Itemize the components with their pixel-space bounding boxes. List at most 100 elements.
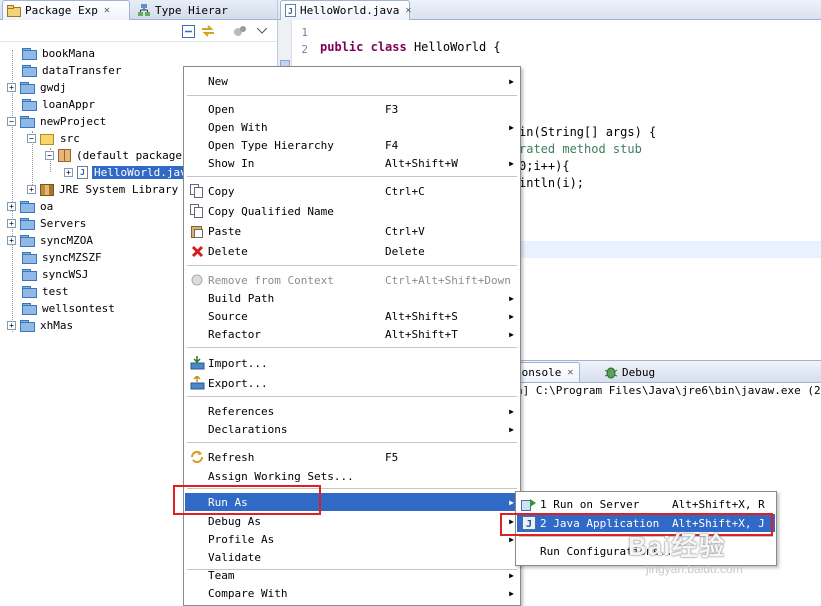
tree-item[interactable]: − newProject xyxy=(7,113,106,130)
expand-icon[interactable]: + xyxy=(7,202,16,211)
menu-label: Open Type Hierarchy xyxy=(208,138,334,152)
submenu-arrow-icon: ▶ xyxy=(509,570,514,580)
tree-item[interactable]: test xyxy=(22,283,69,300)
tree-item-label: bookMana xyxy=(42,47,95,60)
menu-item-refresh[interactable]: Refresh F5 xyxy=(185,448,519,466)
menu-item-refactor[interactable]: Refactor Alt+Shift+T ▶ xyxy=(185,325,519,343)
tree-item[interactable]: + oa xyxy=(7,198,53,215)
menu-item-show-in[interactable]: Show In Alt+Shift+W ▶ xyxy=(185,154,519,172)
close-icon[interactable]: ✕ xyxy=(104,5,110,16)
menu-label: Paste xyxy=(208,224,242,238)
menu-separator xyxy=(187,442,517,443)
menu-label: 1 Run on Server xyxy=(540,497,640,511)
code-keyword: public xyxy=(320,40,364,54)
expand-icon[interactable]: + xyxy=(7,236,16,245)
tab-label: HelloWorld.java xyxy=(300,4,400,17)
tree-item[interactable]: + xhMas xyxy=(7,317,73,334)
project-folder-icon xyxy=(22,47,37,60)
menu-item-export[interactable]: Export... xyxy=(185,374,519,392)
menu-item-declarations[interactable]: Declarations ▶ xyxy=(185,420,519,438)
explorer-tab-bar: Package Exp ✕ Type Hierar xyxy=(0,0,277,20)
menu-item-new[interactable]: New ▶ xyxy=(185,72,519,90)
menu-item-team[interactable]: Team ▶ xyxy=(185,566,519,584)
tree-item[interactable]: + syncMZOA xyxy=(7,232,93,249)
tree-item[interactable]: + Servers xyxy=(7,215,86,232)
library-icon xyxy=(40,183,54,196)
expand-icon[interactable]: + xyxy=(7,219,16,228)
tree-item[interactable]: wellsontest xyxy=(22,300,115,317)
tab-type-hierarchy[interactable]: Type Hierar xyxy=(133,0,228,20)
expand-icon[interactable]: + xyxy=(64,168,73,177)
menu-item-open[interactable]: Open F3 xyxy=(185,100,519,118)
menu-item-build-path[interactable]: Build Path ▶ xyxy=(185,289,519,307)
menu-label: Source xyxy=(208,309,248,323)
tab-package-explorer[interactable]: Package Exp ✕ xyxy=(2,0,130,20)
menu-item-open-type-hierarchy[interactable]: Open Type Hierarchy F4 xyxy=(185,136,519,154)
project-folder-icon xyxy=(22,268,37,281)
menu-item-references[interactable]: References ▶ xyxy=(185,402,519,420)
explorer-toolbar xyxy=(0,20,277,42)
tree-item[interactable]: bookMana xyxy=(22,45,95,62)
tree-item[interactable]: syncMZSZF xyxy=(22,249,102,266)
menu-item-open-with[interactable]: Open With ▶ xyxy=(185,118,519,136)
tree-item[interactable]: − src xyxy=(27,130,80,147)
menu-shortcut: Alt+Shift+T xyxy=(385,327,458,341)
close-icon[interactable]: ✕ xyxy=(405,5,411,16)
tree-item[interactable]: − (default package) xyxy=(45,147,189,164)
tree-item-selected[interactable]: + J HelloWorld.java xyxy=(64,164,196,181)
collapse-all-icon[interactable] xyxy=(180,23,196,39)
submenu-arrow-icon: ▶ xyxy=(509,329,514,339)
menu-item-source[interactable]: Source Alt+Shift+S ▶ xyxy=(185,307,519,325)
collapse-icon[interactable]: − xyxy=(27,134,36,143)
submenu-arrow-icon: ▶ xyxy=(509,588,514,598)
source-folder-icon xyxy=(40,132,55,145)
copy-qualified-icon xyxy=(189,203,205,219)
expand-icon[interactable]: + xyxy=(7,83,16,92)
collapse-icon[interactable]: − xyxy=(45,151,54,160)
tree-item-label: syncWSJ xyxy=(42,268,89,281)
submenu-arrow-icon: ▶ xyxy=(509,76,514,86)
menu-item-run-on-server[interactable]: 1 Run on Server Alt+Shift+X, R xyxy=(517,495,775,513)
import-icon xyxy=(189,355,205,371)
tree-item-label: dataTransfer xyxy=(42,64,122,77)
menu-label: Open xyxy=(208,102,235,116)
menu-item-assign-working-sets[interactable]: Assign Working Sets... xyxy=(185,467,519,485)
menu-shortcut: Ctrl+V xyxy=(385,224,425,238)
tree-item-label: Servers xyxy=(40,217,87,230)
focus-icon[interactable] xyxy=(232,23,248,39)
link-with-editor-icon[interactable] xyxy=(200,23,216,39)
project-folder-icon xyxy=(20,81,35,94)
tab-debug[interactable]: Debug xyxy=(600,362,664,382)
delete-icon xyxy=(189,243,205,259)
tab-helloworld-java[interactable]: J HelloWorld.java ✕ xyxy=(280,0,411,20)
submenu-arrow-icon: ▶ xyxy=(509,158,514,168)
tree-item-label: src xyxy=(60,132,80,145)
code-comment: rated method stub xyxy=(519,142,642,156)
submenu-arrow-icon: ▶ xyxy=(509,406,514,416)
run-on-server-icon xyxy=(521,496,537,512)
code-line: intln(i); xyxy=(519,176,585,190)
tree-item[interactable]: + gwdj xyxy=(7,79,67,96)
menu-item-profile-as[interactable]: Profile As ▶ xyxy=(185,530,519,548)
tree-item[interactable]: dataTransfer xyxy=(22,62,121,79)
menu-item-validate[interactable]: Validate xyxy=(185,548,519,566)
menu-item-remove-from-context: Remove from Context Ctrl+Alt+Shift+Down xyxy=(185,271,519,289)
expand-icon[interactable]: + xyxy=(7,321,16,330)
menu-item-copy[interactable]: Copy Ctrl+C xyxy=(185,182,519,200)
menu-item-paste[interactable]: Paste Ctrl+V xyxy=(185,222,519,240)
tree-item[interactable]: + JRE System Library [ xyxy=(27,181,191,198)
close-icon[interactable]: ✕ xyxy=(567,367,573,378)
menu-shortcut: Ctrl+C xyxy=(385,184,425,198)
menu-shortcut: Delete xyxy=(385,244,425,258)
menu-item-compare-with[interactable]: Compare With ▶ xyxy=(185,584,519,602)
tree-item[interactable]: loanAppr xyxy=(22,96,95,113)
menu-item-copy-qualified-name[interactable]: Copy Qualified Name xyxy=(185,202,519,220)
code-line: public class HelloWorld { xyxy=(320,39,501,56)
collapse-icon[interactable]: − xyxy=(7,117,16,126)
view-menu-icon[interactable] xyxy=(254,23,270,39)
expand-icon[interactable]: + xyxy=(27,185,36,194)
menu-item-delete[interactable]: Delete Delete xyxy=(185,242,519,260)
tree-item[interactable]: syncWSJ xyxy=(22,266,88,283)
menu-item-import[interactable]: Import... xyxy=(185,354,519,372)
menu-label: Profile As xyxy=(208,532,275,546)
